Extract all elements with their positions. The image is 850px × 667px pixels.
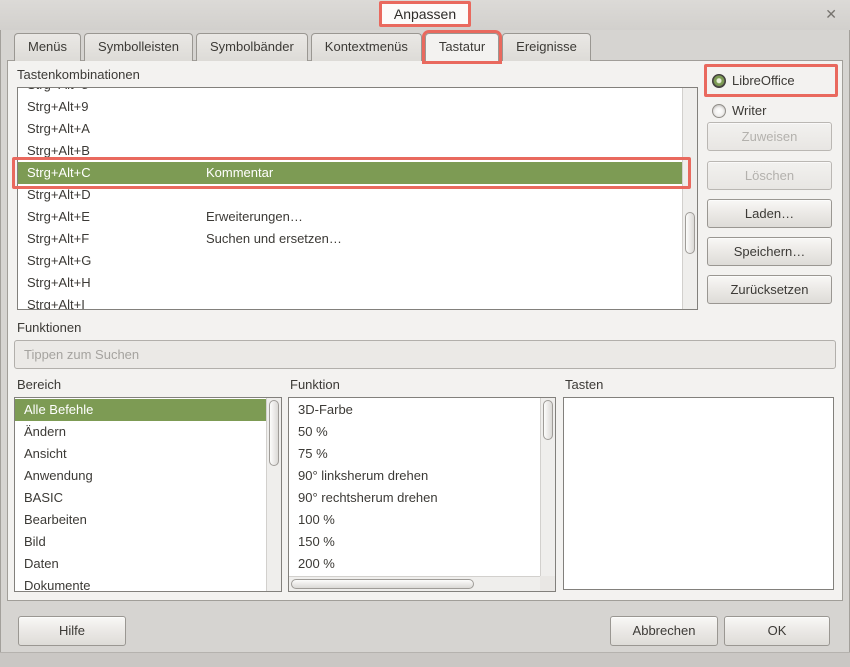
funktion-item[interactable]: 3D-Farbe [289, 399, 540, 421]
funktion-item[interactable]: 75 % [289, 443, 540, 465]
shortcut-list: Strg+Alt+8 Strg+Alt+9 Strg+Alt+A Strg+Al… [17, 87, 698, 310]
close-icon[interactable]: ✕ [825, 6, 837, 22]
tasten-column-label: Tasten [565, 377, 603, 392]
shortcut-row[interactable]: Strg+Alt+D [18, 184, 682, 206]
dialog-title: Anpassen [379, 1, 471, 27]
funktion-item[interactable]: 200 % [289, 553, 540, 575]
bereich-item[interactable]: Bearbeiten [15, 509, 266, 531]
scrollbar-thumb[interactable] [543, 400, 553, 440]
tab-kontextmenus[interactable]: Kontextmenüs [311, 33, 422, 61]
ok-button[interactable]: OK [724, 616, 830, 646]
funktion-rows: 3D-Farbe 50 % 75 % 90° linksherum drehen… [289, 399, 540, 576]
bereich-column-label: Bereich [17, 377, 61, 392]
bereich-item[interactable]: Ändern [15, 421, 266, 443]
bereich-item[interactable]: Daten [15, 553, 266, 575]
bereich-scrollbar[interactable] [266, 398, 281, 591]
tab-menus[interactable]: Menüs [14, 33, 81, 61]
funktion-hscrollbar[interactable] [289, 576, 540, 591]
shortcut-row-partial[interactable]: Strg+Alt+8 [18, 87, 682, 96]
shortcut-row[interactable]: Strg+Alt+9 [18, 96, 682, 118]
bereich-list: Alle Befehle Ändern Ansicht Anwendung BA… [14, 397, 282, 592]
funktion-item[interactable]: 50 % [289, 421, 540, 443]
radio-unselected-icon [712, 104, 726, 118]
shortcut-list-scrollbar[interactable] [682, 88, 697, 309]
customize-dialog: { "window": { "title": "Anpassen", "clos… [0, 0, 850, 667]
tab-symbolleisten[interactable]: Symbolleisten [84, 33, 193, 61]
tasten-list[interactable] [563, 397, 834, 590]
radio-writer[interactable]: Writer [712, 103, 766, 118]
tab-symbolbaender[interactable]: Symbolbänder [196, 33, 308, 61]
shortcut-row[interactable]: Strg+Alt+H [18, 272, 682, 294]
speichern-button[interactable]: Speichern… [707, 237, 832, 266]
radio-selected-icon [712, 74, 726, 88]
abbrechen-button[interactable]: Abbrechen [610, 616, 718, 646]
bereich-item[interactable]: BASIC [15, 487, 266, 509]
funktion-item[interactable]: 90° linksherum drehen [289, 465, 540, 487]
title-bar: Anpassen ✕ [0, 0, 850, 30]
funktion-vscrollbar[interactable] [540, 398, 555, 576]
bereich-item-selected[interactable]: Alle Befehle [15, 399, 266, 421]
shortcuts-label: Tastenkombinationen [17, 67, 140, 82]
tab-ereignisse[interactable]: Ereignisse [502, 33, 591, 61]
laden-button[interactable]: Laden… [707, 199, 832, 228]
funktion-list: 3D-Farbe 50 % 75 % 90° linksherum drehen… [288, 397, 556, 592]
shortcut-row[interactable]: Strg+Alt+A [18, 118, 682, 140]
shortcut-row-selected[interactable]: Strg+Alt+CKommentar [18, 162, 682, 184]
radio-libreoffice-label: LibreOffice [732, 73, 795, 88]
scrollbar-thumb[interactable] [685, 212, 695, 254]
shortcut-row[interactable]: Strg+Alt+B [18, 140, 682, 162]
tab-bar: Menüs Symbolleisten Symbolbänder Kontext… [14, 33, 594, 61]
bereich-item[interactable]: Anwendung [15, 465, 266, 487]
funktion-item[interactable]: 150 % [289, 531, 540, 553]
scrollbar-thumb[interactable] [269, 400, 279, 466]
bereich-item[interactable]: Ansicht [15, 443, 266, 465]
funktion-column-label: Funktion [290, 377, 340, 392]
zuruecksetzen-button[interactable]: Zurücksetzen [707, 275, 832, 304]
shortcut-row[interactable]: Strg+Alt+FSuchen und ersetzen… [18, 228, 682, 250]
bereich-item[interactable]: Bild [15, 531, 266, 553]
scrollbar-thumb[interactable] [291, 579, 474, 589]
shortcut-rows: Strg+Alt+8 Strg+Alt+9 Strg+Alt+A Strg+Al… [18, 87, 682, 310]
search-input[interactable] [14, 340, 836, 369]
radio-writer-label: Writer [732, 103, 766, 118]
hilfe-button[interactable]: Hilfe [18, 616, 126, 646]
keyboard-tab-panel: Tastenkombinationen Strg+Alt+8 Strg+Alt+… [7, 60, 843, 601]
bereich-rows: Alle Befehle Ändern Ansicht Anwendung BA… [15, 399, 266, 592]
loeschen-button[interactable]: Löschen [707, 161, 832, 190]
bereich-item[interactable]: Dokumente [15, 575, 266, 592]
zuweisen-button[interactable]: Zuweisen [707, 122, 832, 151]
tab-tastatur[interactable]: Tastatur [425, 33, 499, 61]
shortcut-row[interactable]: Strg+Alt+EErweiterungen… [18, 206, 682, 228]
funktion-item[interactable]: 100 % [289, 509, 540, 531]
functions-label: Funktionen [17, 320, 81, 335]
radio-libreoffice[interactable]: LibreOffice [712, 73, 795, 88]
shortcut-row[interactable]: Strg+Alt+G [18, 250, 682, 272]
shortcut-row-partial[interactable]: Strg+Alt+I [18, 294, 682, 310]
window-bottom-edge [0, 652, 850, 667]
scrollbar-corner [540, 576, 555, 591]
funktion-item[interactable]: 90° rechtsherum drehen [289, 487, 540, 509]
